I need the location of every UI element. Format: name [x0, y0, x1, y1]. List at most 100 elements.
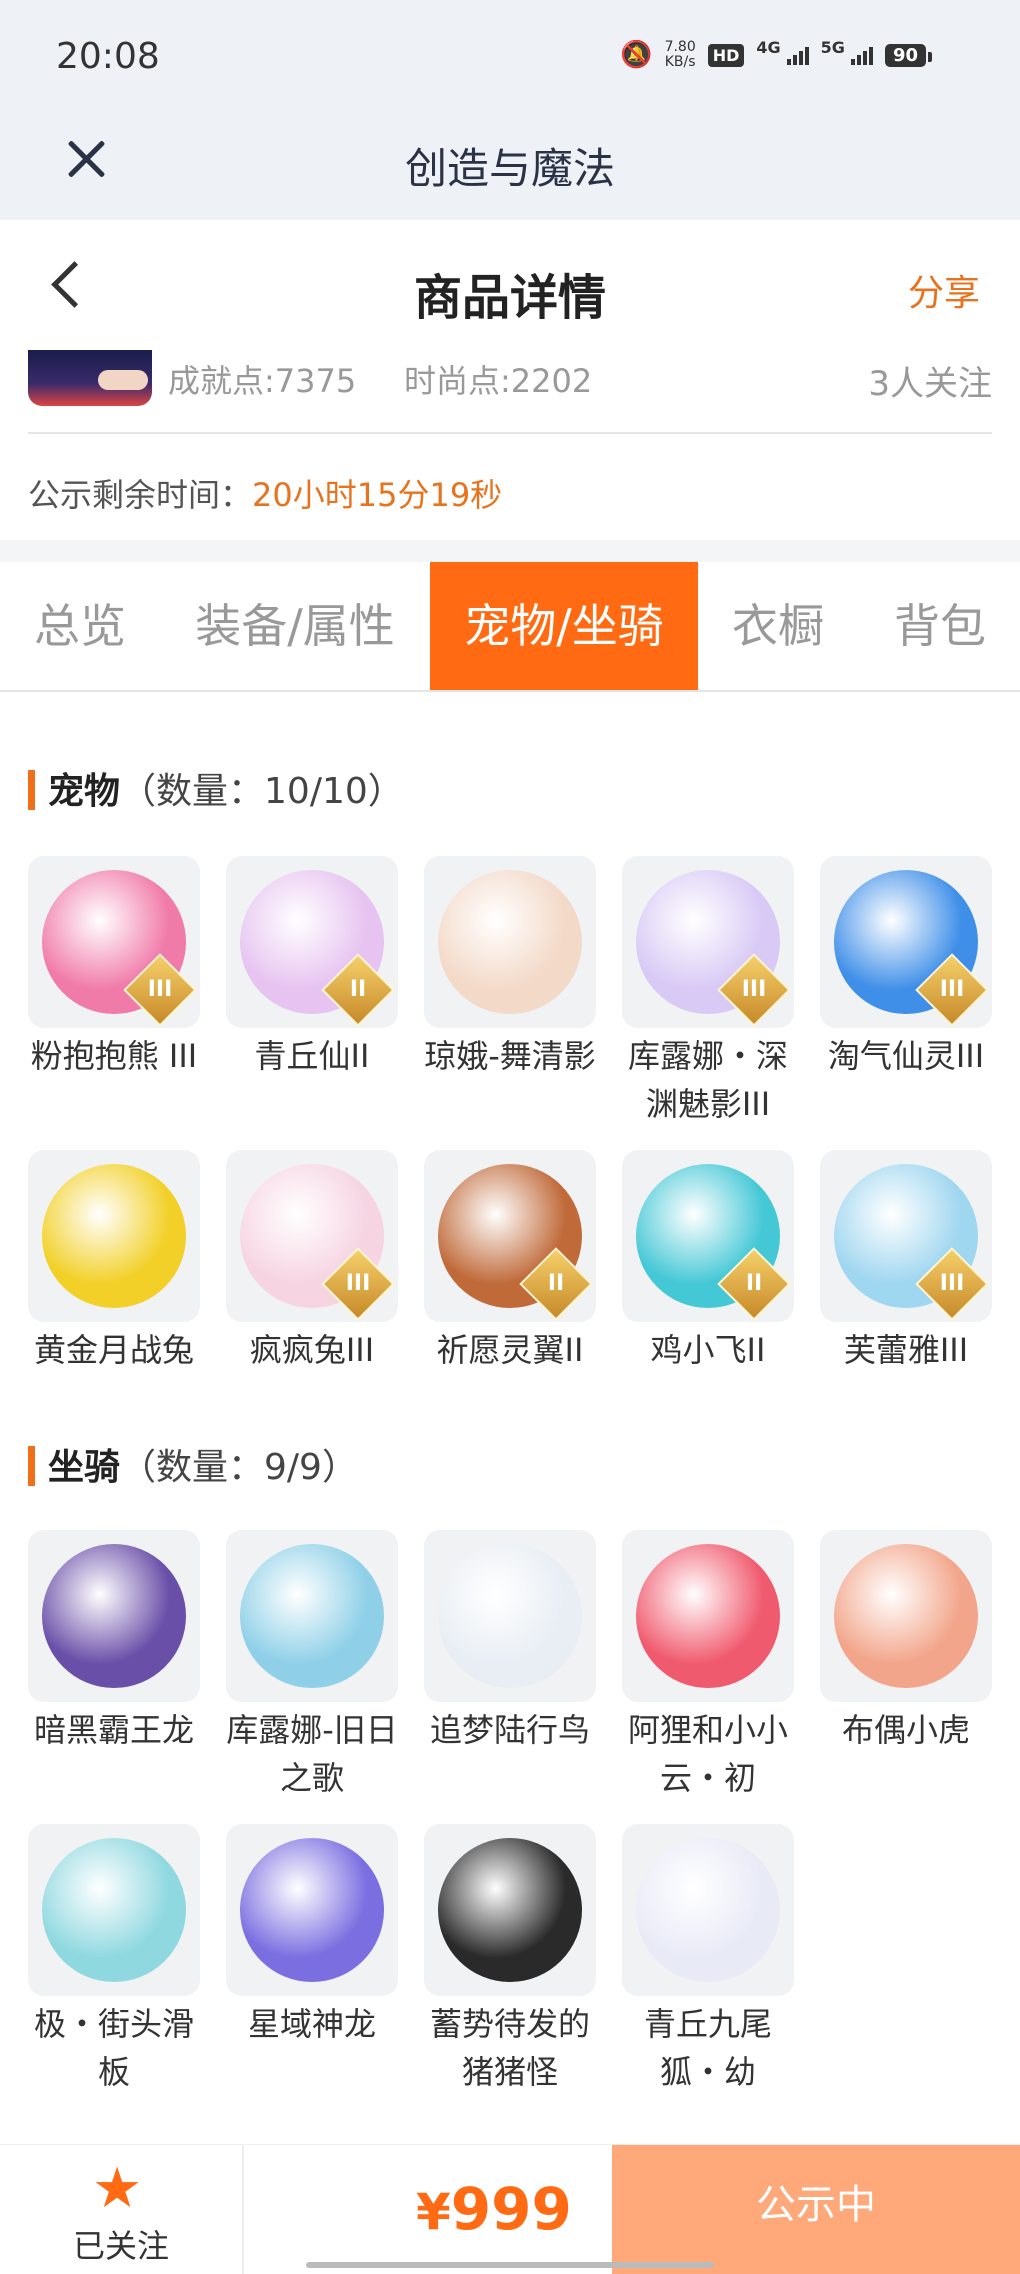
pet-item[interactable]: II 鸡小飞II [622, 1150, 794, 1374]
mount-name: 星域神龙 [247, 2005, 376, 2043]
tier-badge-label: II [547, 1271, 565, 1296]
mount-item[interactable]: 阿狸和小小云・初 [622, 1530, 794, 1802]
mount-thumbnail [622, 1530, 794, 1702]
tier-badge-label: III [741, 977, 767, 1002]
mount-name: 青丘九尾狐・幼 [643, 2005, 772, 2091]
mounts-count: （数量：9/9） [120, 1447, 358, 1488]
share-button[interactable]: 分享 [908, 264, 980, 316]
mount-name: 追梦陆行鸟 [429, 1711, 590, 1749]
pet-item[interactable]: III 疯疯兔III [226, 1150, 398, 1374]
publicity-countdown: 公示剩余时间：20小时15分19秒 [28, 470, 502, 516]
pet-name: 粉抱抱熊 III [30, 1037, 198, 1075]
pets-title: 宠物 [48, 771, 121, 812]
character-art [42, 1164, 186, 1308]
pet-thumbnail: III [622, 856, 794, 1028]
status-time: 20:08 [56, 36, 160, 77]
page-title: 商品详情 [413, 270, 606, 326]
follow-label: 已关注 [72, 2227, 169, 2265]
mount-thumbnail [424, 1530, 596, 1702]
pet-item[interactable]: III 粉抱抱熊 III [28, 856, 200, 1080]
mount-thumbnail [226, 1824, 398, 1996]
pets-count: （数量：10/10） [120, 771, 404, 812]
character-art [438, 1544, 582, 1688]
signal-icon [786, 45, 809, 65]
pet-item[interactable]: II 青丘仙II [226, 856, 398, 1080]
pet-item[interactable]: 黄金月战兔 [28, 1150, 200, 1374]
tier-badge-label: II [349, 977, 367, 1002]
mount-item[interactable]: 星域神龙 [226, 1824, 398, 2048]
section-accent-bar [28, 1446, 35, 1486]
net-5g-label: 5G [820, 37, 845, 57]
pet-name: 淘气仙灵III [827, 1037, 985, 1075]
mount-name: 阿狸和小小云・初 [627, 1711, 788, 1797]
home-indicator[interactable] [306, 2262, 714, 2268]
network-speed: 7.80 KB/s [665, 40, 696, 70]
tab-overview[interactable]: 总览 [0, 562, 160, 690]
mount-name: 蓄势待发的猪猪怪 [429, 2005, 590, 2091]
pet-thumbnail: II [226, 856, 398, 1028]
pet-name: 青丘仙II [254, 1037, 370, 1075]
speed-value: 7.80 [664, 39, 696, 55]
publicity-status-button[interactable]: 公示中 [612, 2145, 1020, 2274]
tier-badge-label: III [939, 1271, 965, 1296]
mount-item[interactable]: 布偶小虎 [820, 1530, 992, 1754]
mount-item[interactable]: 库露娜-旧日之歌 [226, 1530, 398, 1802]
pet-name: 琼娥-舞清影 [424, 1037, 596, 1075]
section-separator [0, 540, 1020, 562]
avatar [28, 350, 152, 406]
pets-section-title: 宠物（数量：10/10） [28, 762, 404, 814]
character-art [636, 1838, 780, 1982]
nav-bar: 商品详情 分享 [0, 220, 1020, 350]
mount-thumbnail [424, 1824, 596, 1996]
pet-thumbnail: II [622, 1150, 794, 1322]
pet-thumbnail: III [820, 1150, 992, 1322]
mount-thumbnail [226, 1530, 398, 1702]
mount-thumbnail [28, 1824, 200, 1996]
mount-item[interactable]: 暗黑霸王龙 [28, 1530, 200, 1754]
tab-equipment[interactable]: 装备/属性 [180, 562, 410, 690]
pet-item[interactable]: II 祈愿灵翼II [424, 1150, 596, 1374]
mount-thumbnail [820, 1530, 992, 1702]
character-art [834, 1544, 978, 1688]
bottom-bar: ★ 已关注 ¥999 公示中 [0, 2144, 1020, 2274]
mount-item[interactable]: 追梦陆行鸟 [424, 1530, 596, 1754]
mount-name: 极・街头滑板 [33, 2005, 194, 2091]
follow-button[interactable]: ★ 已关注 [0, 2145, 244, 2274]
mount-item[interactable]: 青丘九尾狐・幼 [622, 1824, 794, 2096]
pet-thumbnail: III [226, 1150, 398, 1322]
pet-name: 鸡小飞II [650, 1331, 766, 1369]
battery-icon: 90 [884, 43, 933, 67]
countdown-label: 公示剩余时间： [28, 476, 253, 514]
mount-name: 库露娜-旧日之歌 [226, 1711, 398, 1797]
divider [28, 432, 992, 434]
mount-thumbnail [28, 1530, 200, 1702]
pet-thumbnail: II [424, 1150, 596, 1322]
character-art [240, 1838, 384, 1982]
pet-item[interactable]: III 库露娜・深渊魅影III [622, 856, 794, 1128]
mount-item[interactable]: 蓄势待发的猪猪怪 [424, 1824, 596, 2096]
character-art [438, 870, 582, 1014]
status-bar: 20:08 🔕 7.80 KB/s HD 4G 5G 90 [0, 0, 1020, 115]
mounts-title: 坐骑 [48, 1447, 121, 1488]
countdown-value: 20小时15分19秒 [252, 476, 503, 514]
app-bar: 创造与魔法 [0, 115, 1020, 220]
mount-item[interactable]: 极・街头滑板 [28, 1824, 200, 2096]
pet-item[interactable]: III 芙蕾雅III [820, 1150, 992, 1374]
character-art [42, 1544, 186, 1688]
tab-backpack[interactable]: 背包 [870, 562, 1010, 690]
mount-thumbnail [622, 1824, 794, 1996]
tier-badge-label: II [745, 1271, 763, 1296]
fashion-points: 时尚点:2202 [404, 362, 593, 400]
signal-icon-2 [850, 45, 873, 65]
status-icons: 🔕 7.80 KB/s HD 4G 5G 90 [620, 37, 933, 70]
app-title: 创造与魔法 [404, 144, 615, 193]
tab-wardrobe[interactable]: 衣橱 [708, 562, 848, 690]
achievement-points: 成就点:7375 [168, 362, 357, 400]
pet-item[interactable]: III 淘气仙灵III [820, 856, 992, 1080]
pet-item[interactable]: 琼娥-舞清影 [424, 856, 596, 1080]
mute-icon: 🔕 [620, 40, 653, 70]
tab-pets-mounts[interactable]: 宠物/坐骑 [430, 562, 698, 690]
pet-thumbnail [424, 856, 596, 1028]
speed-unit: KB/s [664, 54, 696, 70]
character-art [42, 1838, 186, 1982]
